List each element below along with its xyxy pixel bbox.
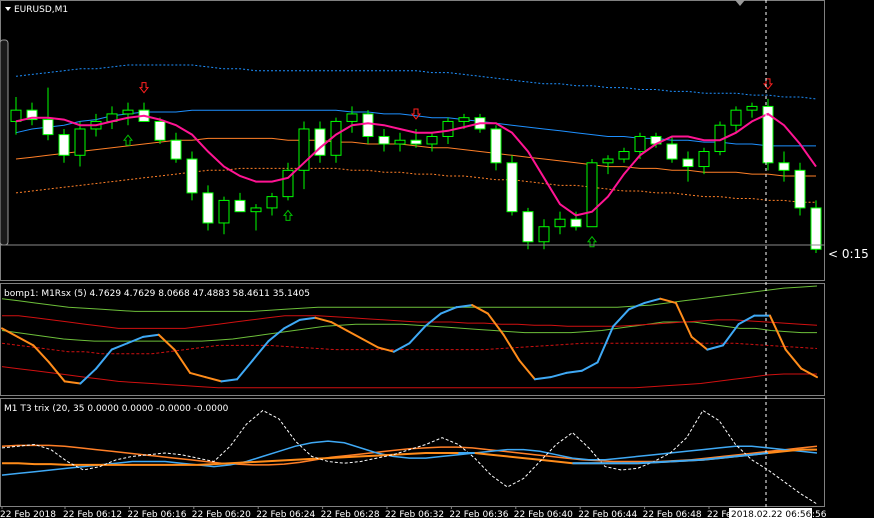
candle-body bbox=[698, 151, 710, 168]
candle-body bbox=[618, 151, 630, 160]
candle-body bbox=[666, 143, 678, 160]
time-axis-tick-last: :56 bbox=[812, 510, 827, 518]
trix-rising-segment bbox=[637, 461, 655, 465]
candle-body bbox=[794, 169, 806, 209]
candle-body bbox=[442, 120, 454, 137]
candle-body bbox=[410, 139, 422, 145]
candle-body bbox=[74, 128, 86, 156]
trix-rising-segment bbox=[686, 458, 703, 462]
candle-body bbox=[810, 207, 822, 250]
candle-body bbox=[186, 158, 198, 194]
candle-body bbox=[458, 117, 470, 122]
candle-body bbox=[730, 109, 742, 126]
candle-body bbox=[250, 207, 262, 213]
candle-body bbox=[266, 196, 278, 209]
candle-body bbox=[570, 218, 582, 228]
candle-body bbox=[234, 199, 246, 213]
candle-body bbox=[154, 120, 166, 141]
trix-panel-label: M1 T3 trix (20, 35 0.0000 0.0000 -0.0000… bbox=[4, 404, 229, 414]
time-axis-tick: 22 Feb 06:16 bbox=[127, 510, 186, 518]
candle-body bbox=[218, 199, 230, 224]
candle-body bbox=[378, 135, 390, 145]
candle-body bbox=[170, 139, 182, 160]
time-axis-tick: 22 Feb 06:44 bbox=[578, 510, 637, 518]
candle-body bbox=[586, 162, 598, 228]
candle-body bbox=[746, 105, 758, 111]
time-axis-tick: 22 Feb 06:12 bbox=[63, 510, 122, 518]
candle-body bbox=[778, 162, 790, 171]
candle-body bbox=[522, 211, 534, 243]
candle-body bbox=[42, 119, 54, 136]
candle-body bbox=[122, 109, 134, 115]
candle-body bbox=[58, 134, 70, 156]
time-axis-tick: 22 Feb 2018 bbox=[0, 510, 56, 518]
chart-canvas: EURUSD,M1 bomp1: M1Rsx (5) 4.7629 4.7629… bbox=[0, 0, 874, 518]
trix-rising-segment bbox=[653, 460, 671, 464]
candle-body bbox=[682, 158, 694, 168]
trix-rising-segment bbox=[670, 459, 687, 463]
candle-body bbox=[346, 113, 358, 122]
time-axis-tick: 22 Feb 06:36 bbox=[449, 510, 508, 518]
symbol-label[interactable]: EURUSD,M1 bbox=[14, 5, 68, 15]
candle-body bbox=[554, 218, 566, 228]
time-axis-tick: 22 Feb 06:40 bbox=[514, 510, 573, 518]
time-axis-tick: 22 Feb 06:32 bbox=[385, 510, 444, 518]
candle-body bbox=[506, 162, 518, 213]
time-axis-tick: 22 Feb 06:24 bbox=[256, 510, 315, 518]
time-axis-tick: 22 Feb 06:28 bbox=[321, 510, 380, 518]
chart-scroll-handle[interactable] bbox=[0, 39, 9, 246]
candle-body bbox=[202, 192, 214, 224]
candle-body bbox=[634, 135, 646, 153]
candle-body bbox=[426, 135, 438, 145]
time-axis-tick: 22 Feb 06:20 bbox=[192, 510, 251, 518]
candle-body bbox=[602, 158, 614, 164]
candle-body bbox=[394, 139, 406, 145]
time-axis-tick: 22 Feb 06:48 bbox=[643, 510, 702, 518]
crosshair-time-label: 2018.02.22 06:56 bbox=[731, 510, 812, 518]
candle-body bbox=[362, 113, 374, 137]
rsx-panel-label: bomp1: M1Rsx (5) 4.7629 4.7629 8.0668 47… bbox=[4, 289, 310, 299]
candle-body bbox=[490, 128, 502, 164]
candle-body bbox=[538, 226, 550, 243]
bar-countdown: < 0:15 bbox=[828, 247, 869, 261]
